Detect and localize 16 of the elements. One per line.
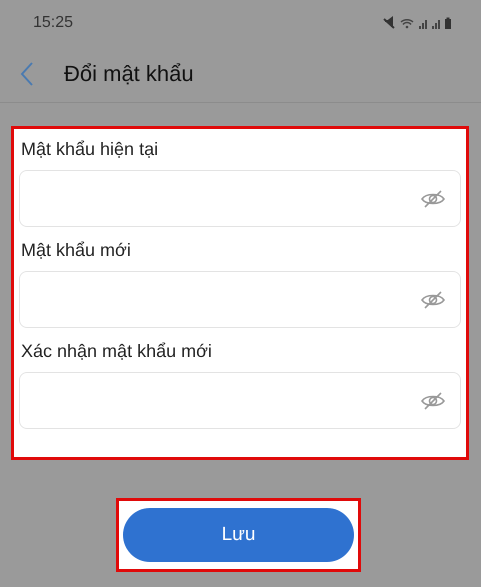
back-button[interactable]: [20, 61, 34, 87]
screen-title: Đổi mật khẩu: [64, 61, 194, 87]
eye-off-icon[interactable]: [420, 190, 446, 208]
battery-icon: [445, 16, 451, 30]
eye-off-icon[interactable]: [420, 392, 446, 410]
password-field[interactable]: [19, 372, 461, 429]
mute-icon: [382, 16, 395, 30]
password-field[interactable]: [19, 271, 461, 328]
eye-off-icon[interactable]: [420, 290, 446, 308]
field-label: Mật khẩu mới: [20, 239, 132, 262]
save-button[interactable]: Lưu: [123, 508, 354, 562]
status-time: 15:25: [33, 14, 74, 32]
field-label: Mật khẩu hiện tại: [20, 138, 160, 161]
field-label: Xác nhận mật khẩu mới: [20, 340, 213, 363]
password-field[interactable]: [19, 170, 461, 227]
wifi-icon: [400, 16, 414, 30]
